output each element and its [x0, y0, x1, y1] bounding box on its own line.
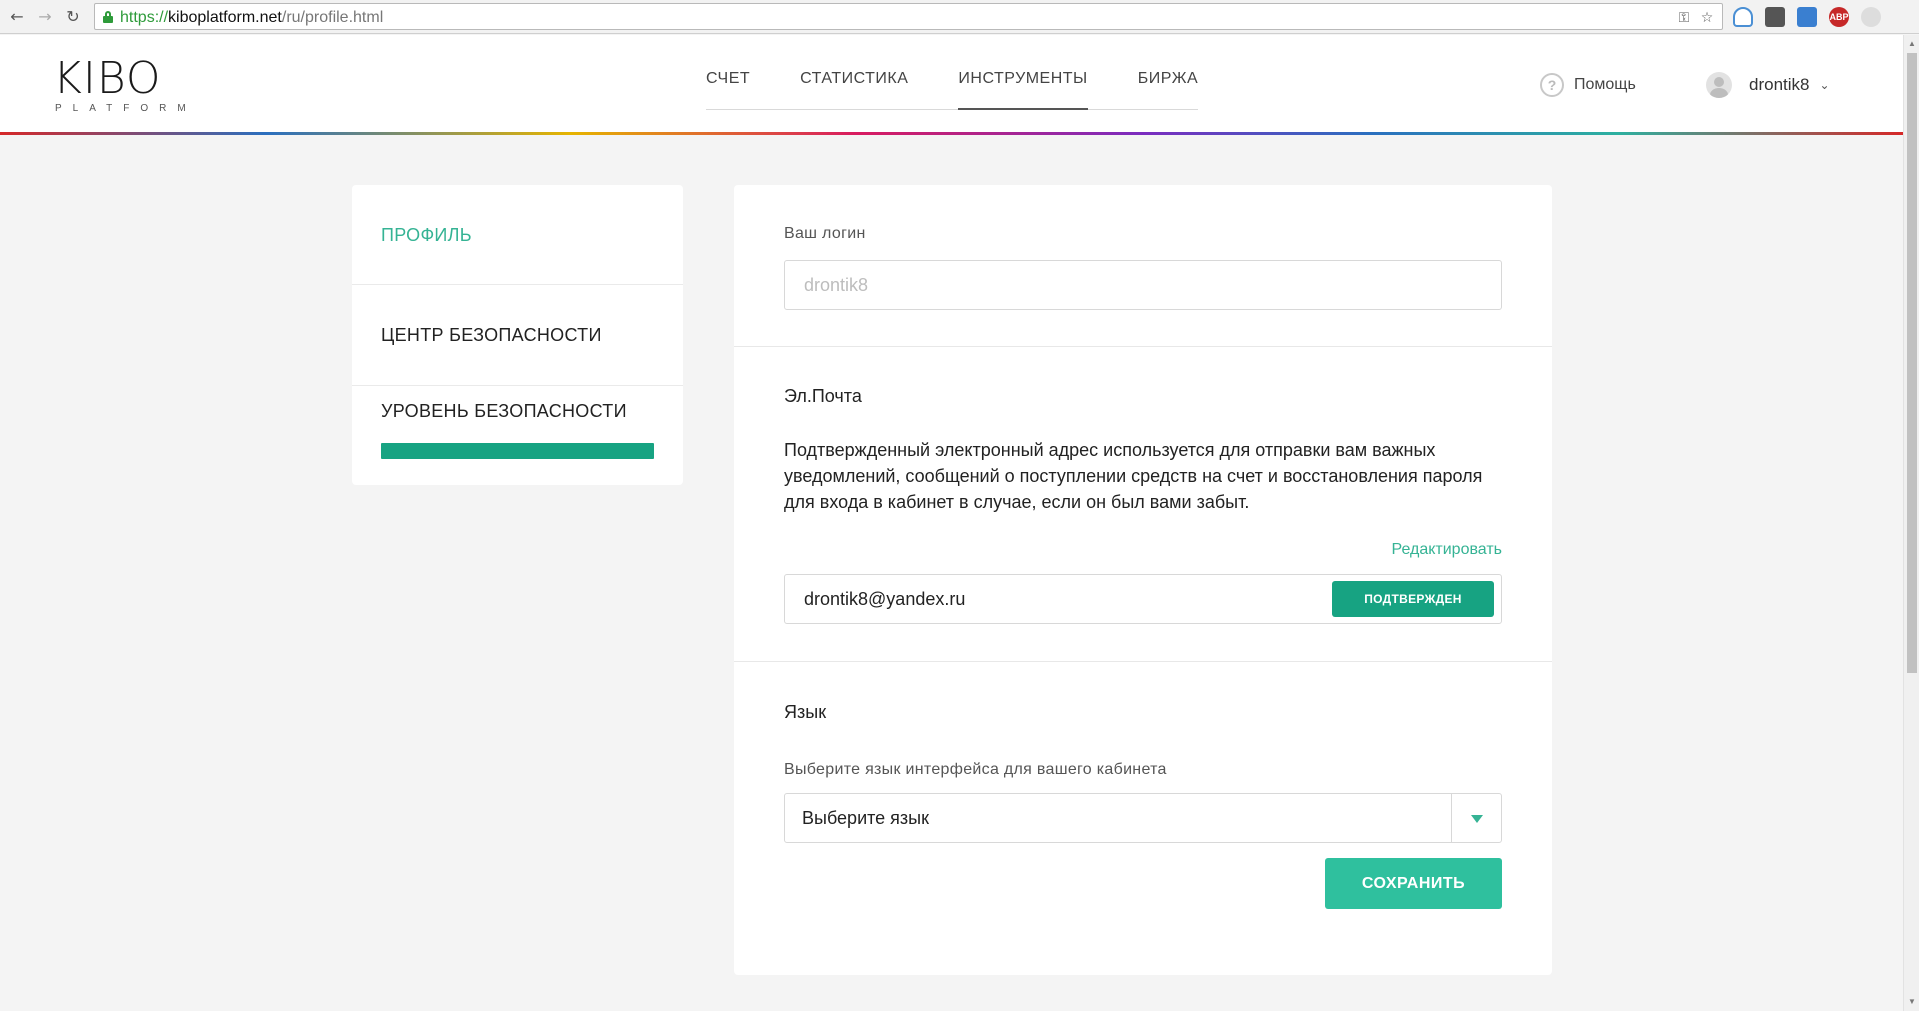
reload-icon[interactable]: ↻: [62, 6, 84, 28]
address-bar[interactable]: https://kiboplatform.net/ru/profile.html…: [94, 3, 1723, 30]
nav-statistics[interactable]: СТАТИСТИКА: [800, 65, 908, 110]
browser-toolbar: ← → ↻ https://kiboplatform.net/ru/profil…: [0, 0, 1919, 34]
nav-account[interactable]: СЧЕТ: [706, 65, 750, 110]
site-header: KIBO PLATFORM СЧЕТ СТАТИСТИКА ИНСТРУМЕНТ…: [0, 35, 1903, 134]
main-nav: СЧЕТ СТАТИСТИКА ИНСТРУМЕНТЫ БИРЖА: [706, 65, 1199, 110]
logo-subtext: PLATFORM: [55, 103, 197, 114]
triangle-down-icon: [1471, 815, 1483, 823]
help-label: Помощь: [1574, 76, 1636, 93]
back-arrow-icon[interactable]: ←: [6, 6, 28, 28]
url-text: https://kiboplatform.net/ru/profile.html: [120, 9, 384, 26]
save-button[interactable]: СОХРАНИТЬ: [1325, 858, 1502, 909]
extension-globe-icon[interactable]: [1861, 7, 1881, 27]
extension-cloud-icon[interactable]: [1733, 7, 1753, 27]
select-toggle[interactable]: [1451, 794, 1501, 842]
profile-card: Ваш логин drontik8 Эл.Почта Подтвержденн…: [734, 185, 1552, 975]
extension-download-icon[interactable]: [1797, 7, 1817, 27]
forward-arrow-icon[interactable]: →: [34, 6, 56, 28]
page-scrollbar[interactable]: ▲ ▼: [1903, 35, 1919, 1011]
scroll-down-icon[interactable]: ▼: [1904, 995, 1919, 1009]
login-field[interactable]: drontik8: [784, 260, 1502, 310]
sidebar-item-profile[interactable]: ПРОФИЛЬ: [352, 185, 683, 285]
profile-sidebar: ПРОФИЛЬ ЦЕНТР БЕЗОПАСНОСТИ УРОВЕНЬ БЕЗОП…: [352, 185, 683, 485]
language-title: Язык: [784, 702, 827, 722]
extension-screen-icon[interactable]: [1765, 7, 1785, 27]
edit-email-link[interactable]: Редактировать: [1391, 541, 1502, 559]
star-icon[interactable]: ☆: [1698, 9, 1716, 27]
email-confirmed-badge: ПОДТВЕРЖДЕН: [1332, 581, 1494, 617]
security-level-bar: [381, 443, 654, 459]
scroll-up-icon[interactable]: ▲: [1904, 37, 1919, 51]
language-select[interactable]: Выберите язык: [784, 793, 1502, 843]
adblock-icon[interactable]: ABP: [1829, 7, 1849, 27]
language-selected-value: Выберите язык: [802, 808, 929, 828]
language-hint: Выберите язык интерфейса для вашего каби…: [784, 761, 1167, 778]
section-divider: [734, 661, 1552, 662]
help-icon: ?: [1540, 73, 1564, 97]
login-label: Ваш логин: [784, 225, 866, 242]
login-value: drontik8: [804, 275, 869, 295]
nav-instruments[interactable]: ИНСТРУМЕНТЫ: [958, 65, 1088, 110]
scrollbar-thumb[interactable]: [1907, 53, 1917, 673]
logo-text: KIBO: [53, 53, 162, 104]
nav-exchange[interactable]: БИРЖА: [1138, 65, 1198, 110]
sidebar-item-security-center[interactable]: ЦЕНТР БЕЗОПАСНОСТИ: [352, 285, 683, 386]
email-value: drontik8@yandex.ru: [804, 589, 966, 609]
avatar-icon: [1706, 72, 1732, 98]
username: drontik8: [1749, 75, 1810, 94]
lock-icon: [103, 11, 113, 23]
header-divider: [0, 132, 1903, 135]
user-menu[interactable]: drontik8 ⌄: [1706, 72, 1830, 98]
help-link[interactable]: ? Помощь: [1540, 73, 1636, 97]
key-icon[interactable]: ⚿: [1675, 9, 1693, 27]
email-field[interactable]: drontik8@yandex.ru ПОДТВЕРЖДЕН: [784, 574, 1502, 624]
chevron-down-icon: ⌄: [1819, 78, 1830, 92]
section-divider: [734, 346, 1552, 347]
email-description: Подтвержденный электронный адрес использ…: [784, 440, 1483, 512]
kibo-logo[interactable]: KIBO PLATFORM: [53, 53, 197, 115]
email-title: Эл.Почта: [784, 386, 862, 406]
